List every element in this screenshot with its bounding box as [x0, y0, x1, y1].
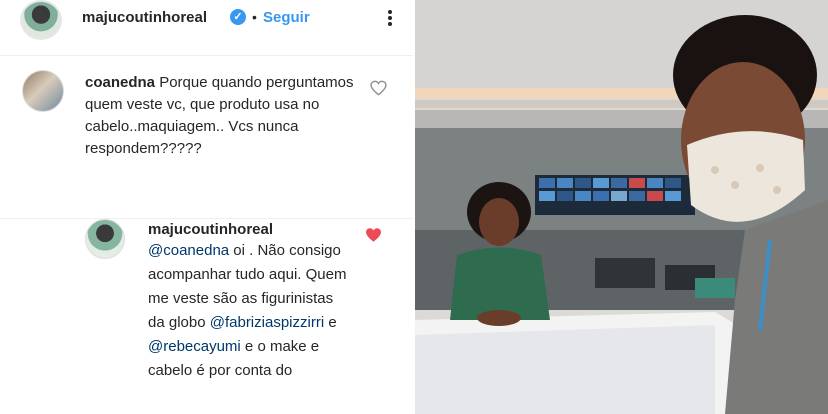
post-header: majucoutinhoreal ✓ • Seguir	[0, 0, 413, 56]
comment-item: coanedna Porque quando perguntamos quem …	[0, 62, 413, 212]
newsroom-selfie-illustration	[415, 0, 828, 414]
separator-dot: •	[252, 9, 257, 25]
instagram-post-panel: majucoutinhoreal ✓ • Seguir coanedna Por…	[0, 0, 413, 414]
reply-comment-item: majucoutinhoreal @coanedna oi . Não cons…	[0, 218, 413, 414]
reply-author-username[interactable]: majucoutinhoreal	[148, 221, 273, 238]
follow-button[interactable]: Seguir	[263, 9, 310, 26]
reply-body: @coanedna oi . Não consigo acompanhar tu…	[148, 239, 348, 383]
post-author-avatar[interactable]	[20, 0, 62, 40]
mention-link[interactable]: @fabriziaspizzirri	[210, 314, 324, 331]
newsroom-selfie-photo	[415, 0, 828, 414]
reply-text-segment: e	[324, 314, 337, 331]
comment-body: coanedna Porque quando perguntamos quem …	[85, 72, 385, 160]
commenter-username[interactable]: coanedna	[85, 74, 155, 91]
mention-link[interactable]: @coanedna	[148, 242, 229, 259]
commenter-avatar[interactable]	[22, 70, 64, 112]
mention-link[interactable]: @rebecayumi	[148, 338, 241, 355]
heart-filled-icon[interactable]	[365, 227, 382, 243]
post-author-username[interactable]: majucoutinhoreal	[82, 9, 207, 26]
heart-outline-icon[interactable]	[370, 80, 387, 96]
more-options-icon[interactable]	[380, 8, 400, 28]
reply-author-avatar[interactable]	[85, 219, 125, 259]
verified-badge-icon: ✓	[230, 9, 246, 25]
